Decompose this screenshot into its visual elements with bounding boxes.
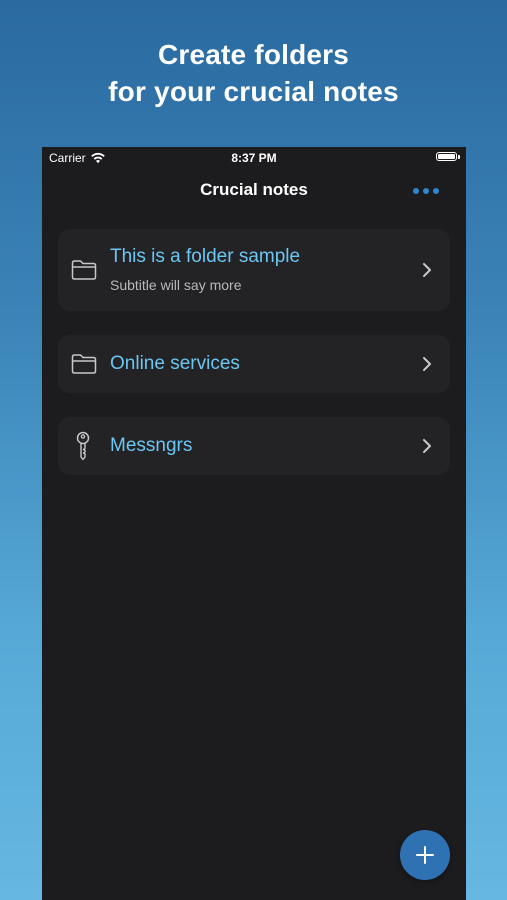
promo-headline: Create folders for your crucial notes [0,36,507,110]
status-time: 8:37 PM [231,151,277,165]
ellipsis-icon [413,188,419,194]
key-icon [76,431,90,461]
folder-title: Online services [110,353,240,374]
battery-icon [436,152,460,161]
folder-subtitle: Subtitle will say more [110,277,242,293]
folder-row-online-services[interactable]: Online services [58,335,450,393]
folder-title: Messngrs [110,435,193,456]
plus-icon [416,846,434,864]
promo-line-1: Create folders [157,39,350,70]
folder-icon [71,260,97,280]
folder-row-messngrs[interactable]: Messngrs [58,417,450,475]
chevron-right-icon [423,263,431,277]
folder-row-sample[interactable]: This is a folder sample Subtitle will sa… [58,229,450,311]
folder-icon [71,354,97,374]
status-bar: Carrier 8:37 PM [42,147,466,169]
more-options-button[interactable] [411,184,441,198]
promo-line-2: for your crucial notes [108,76,399,107]
navigation-bar: Crucial notes [42,175,466,205]
chevron-right-icon [423,357,431,371]
folder-title: This is a folder sample [110,246,301,267]
nav-title: Crucial notes [200,180,308,199]
chevron-right-icon [423,439,431,453]
phone-screen: Carrier 8:37 PM Crucial notes This is a … [42,147,466,900]
add-folder-button[interactable] [400,830,450,880]
